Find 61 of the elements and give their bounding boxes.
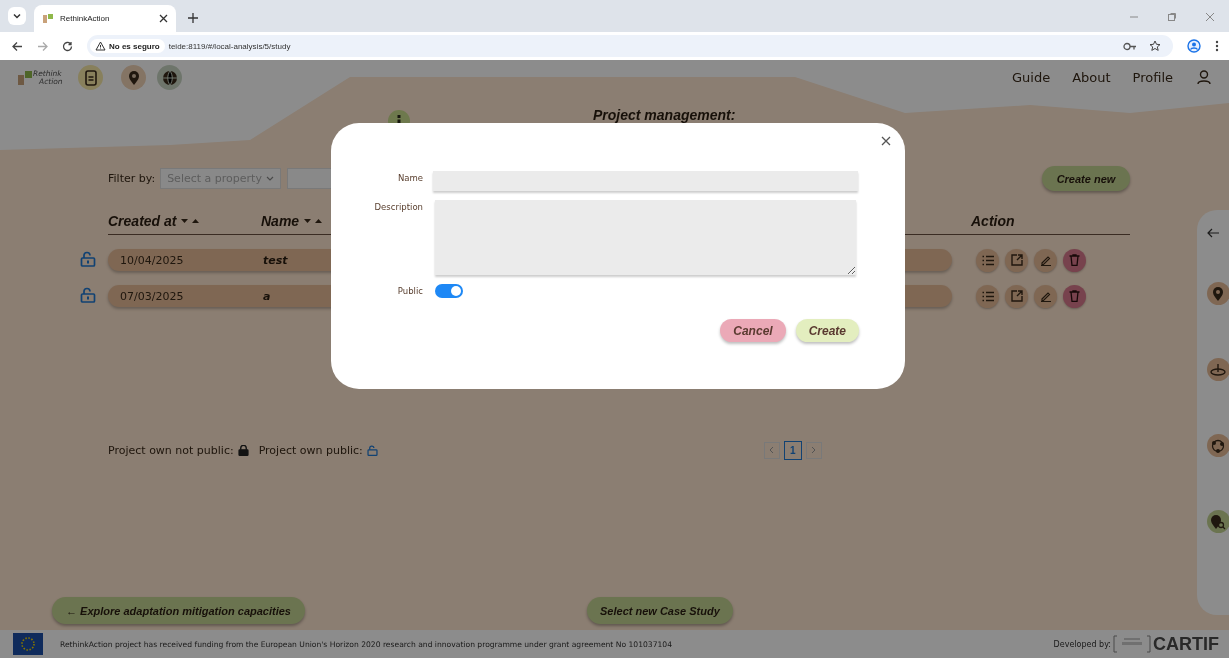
user-icon[interactable] (1197, 70, 1211, 85)
trash-icon[interactable] (1063, 284, 1086, 308)
field-label: Name (396, 172, 423, 183)
restore-icon[interactable] (1167, 12, 1177, 22)
nav-button[interactable]: Select new Case Study (587, 597, 733, 624)
nav-link[interactable]: Guide (1011, 70, 1051, 85)
back-arrow-icon[interactable] (1207, 228, 1219, 238)
chevron-icon (265, 176, 274, 181)
field-label: Public (396, 285, 423, 296)
edit-icon[interactable] (1034, 248, 1057, 272)
warning-icon (95, 41, 106, 51)
sort-icon[interactable] (181, 217, 200, 225)
new-tab-icon[interactable] (188, 13, 198, 23)
cancel-button[interactable]: Cancel (720, 319, 786, 342)
close-icon[interactable] (159, 14, 168, 23)
close-icon[interactable] (881, 136, 891, 146)
sort-icon[interactable] (304, 217, 323, 225)
pin-search-icon[interactable] (1206, 510, 1229, 533)
flag-icon (13, 633, 43, 655)
table-cell-text: 07/03/2025 (120, 289, 185, 303)
developed-by-label: Developed by: (1053, 639, 1111, 649)
name-field[interactable] (433, 171, 858, 191)
tab-list-button[interactable] (8, 7, 26, 25)
brand-logo: CARTIF (1153, 633, 1219, 655)
table-cell: test (263, 253, 288, 267)
create-new-button[interactable]: Create new (1042, 166, 1130, 191)
field-label: Description (373, 201, 423, 212)
network-icon[interactable] (1206, 434, 1229, 457)
star-icon[interactable] (1149, 40, 1161, 52)
column-header: Name (261, 213, 300, 229)
edit-icon[interactable] (1034, 284, 1057, 308)
external-link-icon[interactable] (1005, 284, 1028, 308)
list-icon[interactable] (976, 248, 999, 272)
table-cell: a (263, 289, 271, 303)
description-field[interactable] (435, 200, 856, 275)
reload-icon[interactable] (62, 40, 73, 52)
back-icon[interactable] (12, 40, 23, 52)
nav-button[interactable]: ← Explore adaptation mitigation capacities (52, 597, 305, 624)
key-icon[interactable] (1123, 41, 1137, 51)
chevron-icon[interactable] (12, 11, 22, 21)
legend-label: Project own public: (258, 443, 363, 457)
legend-label: Project own not public: (108, 443, 234, 457)
nav-link[interactable]: Profile (1132, 70, 1173, 85)
list-icon[interactable] (976, 284, 999, 308)
create-button[interactable]: Create (795, 319, 859, 342)
column-header: Created at (108, 213, 177, 229)
external-link-icon[interactable] (1005, 248, 1028, 272)
browser-tab[interactable]: RethinkAction (34, 5, 176, 32)
profile-icon[interactable] (1187, 39, 1201, 53)
security-chip[interactable]: No es seguro (90, 39, 165, 53)
trash-icon[interactable] (1063, 248, 1086, 272)
menu-icon[interactable] (1215, 40, 1219, 52)
public-toggle[interactable] (435, 284, 463, 298)
filter-label: Filter by: (108, 172, 156, 185)
pin-icon[interactable] (1206, 282, 1229, 305)
nav-link[interactable]: About (1072, 70, 1111, 85)
column-header: Action (971, 213, 1015, 229)
table-cell-text: 10/04/2025 (120, 253, 185, 267)
address-field[interactable]: No es seguro teide:8119/#/local-analysis/5/study (87, 35, 1173, 57)
page-title: Project management: (593, 107, 736, 125)
bracket-logo-drawing (1113, 635, 1151, 653)
